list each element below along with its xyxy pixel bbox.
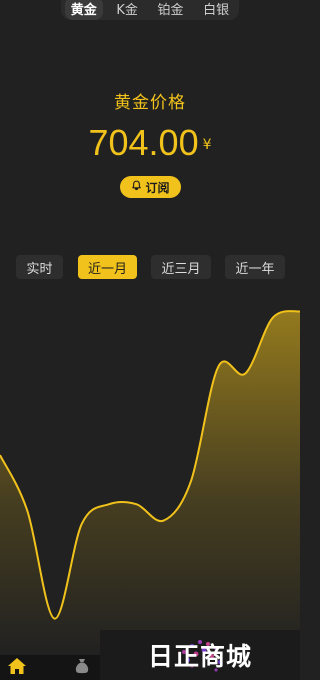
watermark-text: 日正商城 [147, 642, 252, 671]
range-one-month[interactable]: 近一月 [78, 255, 137, 279]
time-range-selector: 实时 近一月 近三月 近一年 [0, 255, 300, 279]
price-value: 704.00 [88, 122, 199, 163]
tab-k-gold[interactable]: K金 [110, 0, 144, 20]
range-one-year[interactable]: 近一年 [225, 255, 285, 279]
range-realtime[interactable]: 实时 [16, 255, 63, 279]
tab-gold[interactable]: 黄金 [64, 0, 103, 20]
metal-tabs: 黄金 K金 铂金 白银 [61, 0, 239, 20]
money-bag-icon [73, 657, 91, 679]
price-display: 704.00 ¥ [0, 122, 300, 164]
currency-unit: ¥ [202, 137, 212, 153]
subscribe-label: 订阅 [145, 180, 170, 195]
watermark-logo: 日正商城 [100, 630, 300, 680]
nav-assets[interactable] [64, 655, 100, 680]
tab-silver[interactable]: 白银 [197, 0, 235, 20]
nav-home[interactable] [0, 655, 34, 680]
subscribe-button[interactable]: 订阅 [120, 176, 181, 198]
price-title: 黄金价格 [114, 93, 186, 113]
bell-icon [131, 180, 142, 194]
price-chart [0, 310, 300, 655]
home-icon [7, 657, 27, 679]
range-three-months[interactable]: 近三月 [151, 255, 211, 279]
tab-platinum[interactable]: 铂金 [152, 0, 190, 20]
chart-area-fill [0, 311, 300, 655]
